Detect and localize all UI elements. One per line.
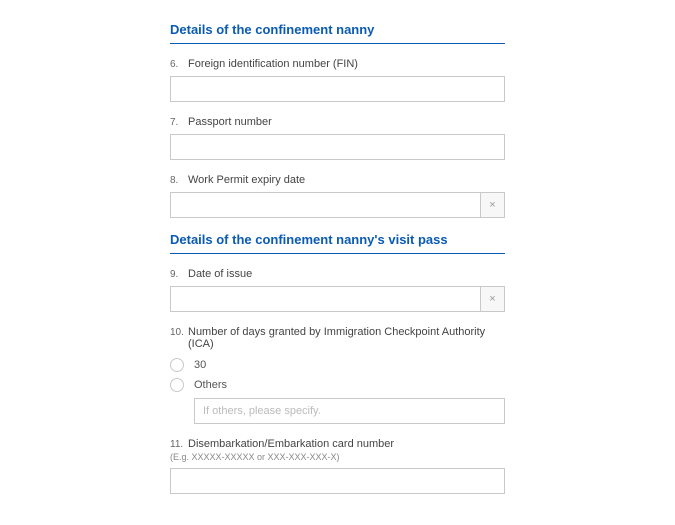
field-date-of-issue: 9. Date of issue × <box>170 268 505 312</box>
passport-input[interactable] <box>170 134 505 160</box>
radio-label: Others <box>194 379 227 391</box>
wp-expiry-input[interactable] <box>170 192 481 218</box>
clear-date-button[interactable]: × <box>481 286 505 312</box>
field-passport: 7. Passport number <box>170 116 505 160</box>
field-days-granted: 10. Number of days granted by Immigratio… <box>170 326 505 424</box>
fin-input[interactable] <box>170 76 505 102</box>
field-wp-expiry: 8. Work Permit expiry date × <box>170 174 505 218</box>
radio-label: 30 <box>194 359 206 371</box>
field-number: 6. <box>170 59 188 70</box>
field-label: Work Permit expiry date <box>188 174 505 186</box>
field-number: 8. <box>170 175 188 186</box>
field-label: Foreign identification number (FIN) <box>188 58 505 70</box>
radio-option-30[interactable]: 30 <box>170 358 505 372</box>
de-card-input[interactable] <box>170 468 505 494</box>
radio-icon <box>170 358 184 372</box>
section-title-nanny: Details of the confinement nanny <box>170 22 505 44</box>
field-number: 10. <box>170 327 188 338</box>
field-label: Number of days granted by Immigration Ch… <box>188 326 505 350</box>
field-number: 9. <box>170 269 188 280</box>
field-hint: (E.g. XXXXX-XXXXX or XXX-XXX-XXX-X) <box>170 452 505 462</box>
close-icon: × <box>489 199 495 211</box>
field-label: Date of issue <box>188 268 505 280</box>
radio-option-others[interactable]: Others <box>170 378 505 392</box>
date-of-issue-input[interactable] <box>170 286 481 312</box>
field-number: 7. <box>170 117 188 128</box>
field-label: Passport number <box>188 116 505 128</box>
section-title-visitpass: Details of the confinement nanny's visit… <box>170 232 505 254</box>
radio-icon <box>170 378 184 392</box>
clear-date-button[interactable]: × <box>481 192 505 218</box>
field-label: Disembarkation/Embarkation card number <box>188 438 505 450</box>
field-fin: 6. Foreign identification number (FIN) <box>170 58 505 102</box>
field-number: 11. <box>170 439 188 450</box>
close-icon: × <box>489 293 495 305</box>
others-specify-input[interactable] <box>194 398 505 424</box>
field-de-card: 11. Disembarkation/Embarkation card numb… <box>170 438 505 494</box>
